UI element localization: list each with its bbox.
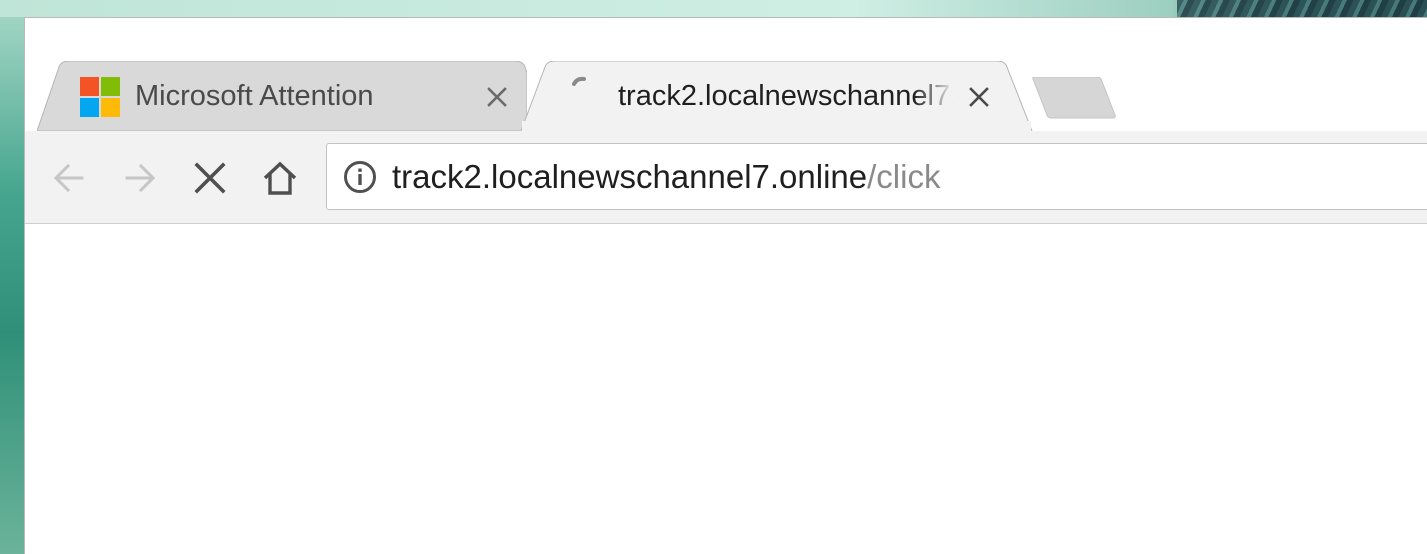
browser-toolbar: track2.localnewschannel7.online/click bbox=[25, 131, 1427, 224]
arrow-right-icon bbox=[125, 163, 156, 193]
stop-loading-button[interactable] bbox=[189, 157, 231, 199]
arrow-left-icon bbox=[53, 163, 84, 193]
url-text[interactable]: track2.localnewschannel7.online/click bbox=[392, 157, 940, 197]
address-bar[interactable]: track2.localnewschannel7.online/click bbox=[326, 143, 1427, 210]
browser-window: Microsoft Attention track2.localnewschan… bbox=[24, 17, 1427, 554]
home-icon bbox=[263, 161, 297, 195]
forward-button[interactable] bbox=[119, 157, 161, 199]
desktop-wallpaper-detail bbox=[1177, 0, 1427, 17]
desktop-background bbox=[0, 0, 24, 554]
tab-strip: Microsoft Attention track2.localnewschan… bbox=[25, 18, 1427, 132]
back-button[interactable] bbox=[48, 157, 90, 199]
url-host: track2.localnewschannel7.online bbox=[392, 158, 868, 195]
info-icon[interactable] bbox=[342, 159, 378, 195]
close-x-icon bbox=[194, 162, 226, 194]
tab-title: Microsoft Attention bbox=[135, 80, 374, 112]
loading-spinner-icon bbox=[572, 76, 586, 86]
microsoft-logo-icon bbox=[80, 77, 120, 117]
tab-close-icon[interactable] bbox=[967, 85, 991, 109]
page-content bbox=[25, 224, 1427, 554]
home-button[interactable] bbox=[259, 157, 301, 199]
tab-close-icon[interactable] bbox=[485, 85, 509, 109]
new-tab-button[interactable] bbox=[1031, 77, 1117, 119]
desktop-background-top bbox=[0, 0, 1427, 17]
tab-microsoft-attention[interactable]: Microsoft Attention bbox=[37, 61, 527, 131]
url-path: /click bbox=[867, 158, 941, 195]
tab-title: track2.localnewschannel7.online/click bbox=[618, 80, 954, 112]
tab-track2-click[interactable]: track2.localnewschannel7.online/click bbox=[521, 61, 1036, 132]
